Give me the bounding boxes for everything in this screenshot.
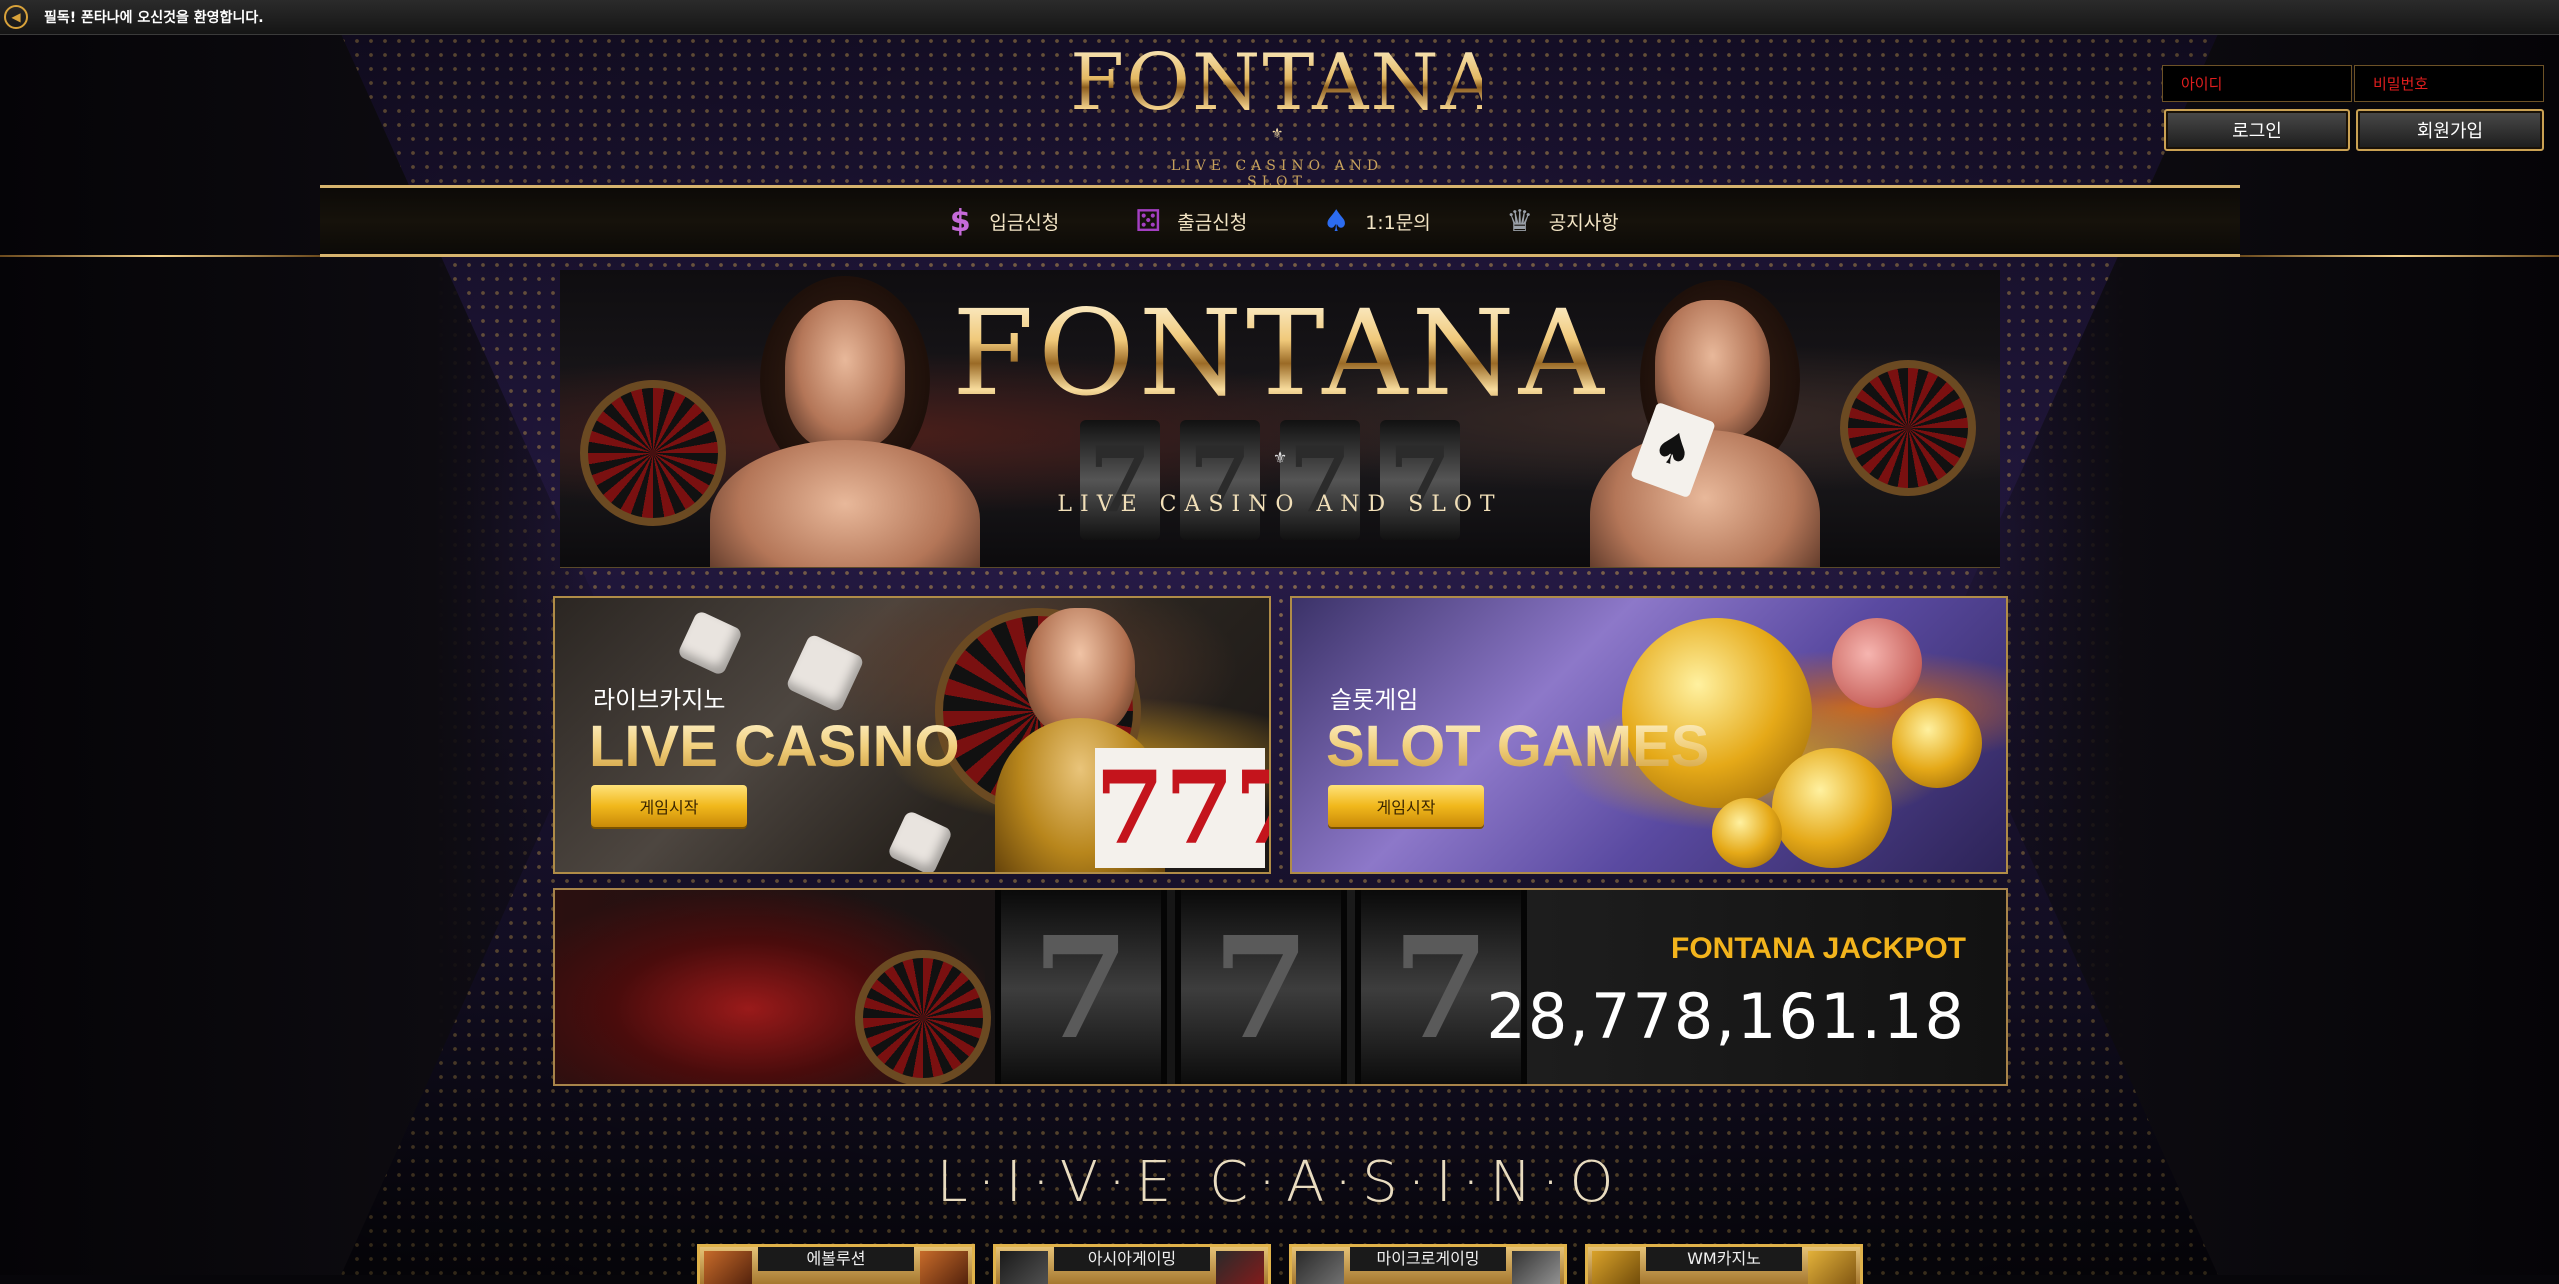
model-left-shoulders [710,440,980,567]
provider-thumbnail [704,1251,752,1284]
slot-reel-image: 7 [1180,420,1260,540]
provider-card-microgaming[interactable]: 마이크로게이밍 [1289,1244,1567,1284]
provider-card-evolution[interactable]: 에볼루션 [697,1244,975,1284]
provider-thumbnail [1000,1251,1048,1284]
jackpot-banner: 7 7 7 FONTANA JACKPOT 28,778,161.18 [553,888,2008,1086]
provider-card-asia-gaming[interactable]: 아시아게이밍 [993,1244,1271,1284]
nav-item-label: 공지사항 [1548,211,1619,234]
provider-thumbnail [1216,1251,1264,1284]
password-input[interactable] [2354,65,2544,102]
username-input[interactable] [2162,65,2352,102]
slot-games-start-button[interactable]: 게임시작 [1328,785,1484,827]
signup-button[interactable]: 회원가입 [2356,109,2544,151]
card-title-kr: 슬롯게임 [1330,686,1419,714]
roulette-wheel-image [1840,360,1976,496]
notice-text: 필독! 폰타나에 오신것을 환영합니다. [44,10,264,26]
nav-item-withdraw[interactable]: ⚄ 출금신청 [1129,199,1247,243]
dice-icon: ⚄ [1135,203,1162,239]
main-nav: $ 입금신청 ⚄ 출금신청 ♠ 1:1문의 ♛ 공지사항 [320,185,2240,257]
roulette-wheel-image [855,950,991,1084]
megaphone-icon: ◀ [4,5,28,29]
slot-games-card[interactable]: 슬롯게임 SLOT GAMES 게임시작 [1290,596,2008,874]
jackpot-title: FONTANA JACKPOT [1671,932,1966,965]
provider-label: WM카지노 [1646,1247,1802,1271]
model-left-image [785,300,905,450]
dollar-icon: $ [949,203,971,239]
banner-logo: FONTANA [940,288,1620,418]
coin-image [1772,748,1892,868]
nav-item-deposit[interactable]: $ 입금신청 [941,199,1059,243]
notice-bar: ◀ 필독! 폰타나에 오신것을 환영합니다. [0,0,2559,35]
slot-sevens-image: 777 [1095,748,1269,868]
logo-ornament-icon: ⚜ [1270,126,1284,142]
provider-thumbnail [1296,1251,1344,1284]
nav-item-label: 출금신청 [1177,211,1248,234]
coin-image [1892,698,1982,788]
provider-label: 아시아게이밍 [1054,1247,1210,1271]
trophy-icon: ♛ [1506,203,1534,239]
dice-image [785,633,865,713]
nav-item-inquiry[interactable]: ♠ 1:1문의 [1317,199,1431,243]
banner-ornament-icon: ⚜ [1272,448,1288,467]
provider-label: 마이크로게이밍 [1350,1247,1506,1271]
top-hat-icon: ♠ [1322,203,1350,239]
hero-banner: 7 7 7 7 ♠ FONTANA ⚜ LIVE CASINO AND SLOT [560,270,2000,568]
site-logo[interactable]: FONTANA [1070,40,1497,126]
nav-item-label: 1:1문의 [1365,211,1431,234]
slot-reel-image: 7 [1080,420,1160,540]
card-title-en: LIVE CASINO [589,712,960,782]
roulette-wheel-image [580,380,726,526]
dice-image [676,609,744,677]
slot-reel-image: 7 [1280,420,1360,540]
card-title-kr: 라이브카지노 [593,686,726,714]
slot-reel-image: 7 [1380,420,1460,540]
decor-line [2240,255,2559,257]
decor-line [0,255,320,257]
slot-reel-image: 7 [1175,890,1347,1084]
card-title-en: SLOT GAMES [1326,712,1709,782]
coin-image [1712,798,1782,868]
provider-thumbnail [1512,1251,1560,1284]
provider-thumbnail [1592,1251,1640,1284]
live-casino-start-button[interactable]: 게임시작 [591,785,747,827]
live-casino-card[interactable]: 777 라이브카지노 LIVE CASINO 게임시작 [553,596,1271,874]
dice-image [886,809,954,872]
jackpot-value: 28,778,161.18 [1486,980,1966,1053]
provider-thumbnail [1808,1251,1856,1284]
nav-item-label: 입금신청 [989,211,1060,234]
provider-thumbnail [920,1251,968,1284]
provider-card-wm-casino[interactable]: WM카지노 [1585,1244,1863,1284]
provider-label: 에볼루션 [758,1247,914,1271]
banner-subtitle: LIVE CASINO AND SLOT [1057,492,1503,517]
nav-item-notice[interactable]: ♛ 공지사항 [1501,199,1619,243]
pig-character-image [1832,618,1922,708]
login-button[interactable]: 로그인 [2164,109,2350,151]
slot-reel-image: 7 [995,890,1167,1084]
section-title: L·I·V·E C·A·S·I·N·O [936,1150,1624,1215]
